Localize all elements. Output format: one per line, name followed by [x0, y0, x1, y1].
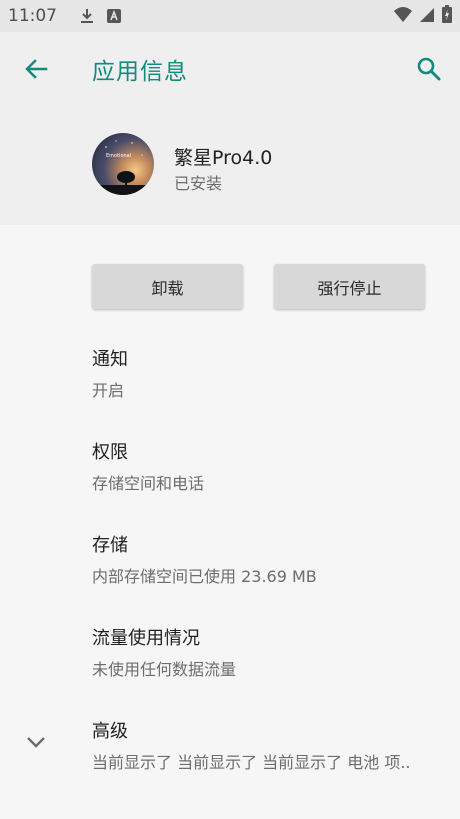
setting-summary: 内部存储空间已使用 23.69 MB [92, 567, 317, 586]
keyboard-a-icon [107, 9, 121, 23]
status-bar: 11:07 [0, 0, 460, 32]
status-time: 11:07 [8, 6, 57, 26]
setting-data-usage[interactable]: 流量使用情况 未使用任何数据流量 [92, 624, 452, 680]
page-title: 应用信息 [92, 59, 188, 85]
status-indicators [394, 4, 452, 28]
search-icon[interactable] [412, 52, 446, 86]
setting-summary: 开启 [92, 381, 125, 400]
setting-summary: 未使用任何数据流量 [92, 660, 237, 679]
wifi-icon [394, 6, 412, 27]
back-arrow-icon[interactable] [21, 54, 51, 84]
setting-title: 存储 [92, 535, 128, 556]
uninstall-button[interactable]: 卸载 [92, 264, 243, 309]
app-install-status: 已安装 [174, 174, 223, 193]
app-bar: 应用信息 [0, 32, 460, 102]
app-header: Emotional 繁星Pro4.0 已安装 [0, 102, 460, 225]
setting-title: 流量使用情况 [92, 628, 200, 649]
app-icon-text: Emotional [106, 153, 131, 159]
force-stop-button[interactable]: 强行停止 [274, 264, 425, 309]
download-icon [79, 8, 95, 24]
setting-summary: 当前显示了 当前显示了 当前显示了 电池 项.. [92, 753, 411, 772]
app-icon: Emotional [92, 133, 154, 195]
setting-storage[interactable]: 存储 内部存储空间已使用 23.69 MB [92, 531, 452, 587]
app-name: 繁星Pro4.0 [174, 147, 273, 169]
setting-permissions[interactable]: 权限 存储空间和电话 [92, 438, 452, 494]
setting-notifications[interactable]: 通知 开启 [92, 345, 452, 401]
setting-title: 通知 [92, 349, 128, 370]
setting-advanced[interactable]: 高级 当前显示了 当前显示了 当前显示了 电池 项.. [92, 717, 452, 773]
signal-icon [420, 6, 434, 27]
chevron-down-icon[interactable] [23, 729, 49, 755]
setting-title: 高级 [92, 721, 128, 742]
battery-charging-icon [442, 4, 452, 28]
setting-summary: 存储空间和电话 [92, 474, 205, 493]
setting-title: 权限 [92, 442, 128, 463]
